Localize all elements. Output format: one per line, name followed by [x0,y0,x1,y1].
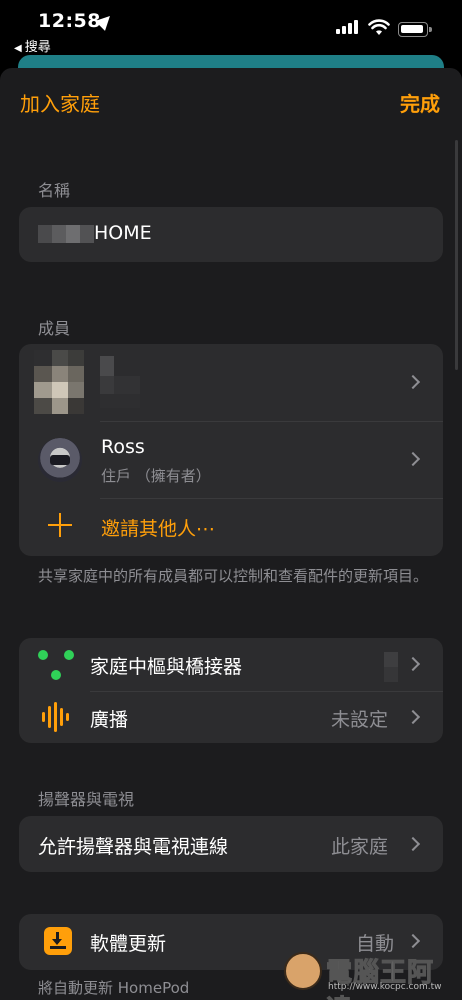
watermark-mascot-icon [284,952,322,990]
row-separator [90,691,443,692]
plus-icon [48,513,72,537]
broadcast-waveform-icon [42,702,72,732]
members-footer-note: 共享家庭中的所有成員都可以控制和查看配件的更新項目。 [38,567,429,585]
row-separator [100,421,443,422]
allow-speakers-tv-row[interactable]: 允許揚聲器與電視連線 [38,832,228,859]
software-update-footer: 將自動更新 HomePod [38,979,190,997]
done-button[interactable]: 完成 [400,88,440,117]
back-to-app-link[interactable]: ◀ 搜尋 [14,36,51,55]
member-role: 住戶 （擁有者） [101,467,211,485]
battery-icon [398,22,432,37]
row-separator [100,498,443,499]
software-update-row[interactable]: 軟體更新 [90,929,166,956]
status-bar: 12:58 ◀ 搜尋 [0,0,462,56]
cellular-signal-icon [336,20,358,34]
status-time: 12:58 [38,10,101,32]
scrollbar[interactable] [455,140,458,370]
redacted-hub-value [384,652,398,682]
name-section-label: 名稱 [38,181,71,200]
invite-others-button[interactable]: 邀請其他人⋯ [101,514,215,541]
back-app-label: 搜尋 [24,40,51,55]
back-triangle-icon: ◀ [14,43,22,54]
speakers-tv-section-label: 揚聲器與電視 [38,790,135,809]
hub-network-icon [38,650,74,680]
avatar [38,438,82,482]
member-name[interactable]: Ross [101,436,145,458]
software-update-icon [44,927,72,955]
watermark: 電腦王阿達 http://www.kocpc.com.tw [284,950,454,1000]
hubs-and-bridges-row[interactable]: 家庭中樞與橋接器 [90,652,242,679]
wifi-icon [368,19,390,35]
redacted-member-row[interactable] [34,350,164,416]
watermark-url: http://www.kocpc.com.tw [328,982,442,992]
home-name-value: HOME [94,222,152,244]
broadcast-value: 未設定 [331,709,389,731]
watermark-text: 電腦王阿達 [326,958,435,1000]
redacted-name-prefix [38,225,94,243]
members-section-label: 成員 [38,319,71,338]
add-home-button[interactable]: 加入家庭 [20,88,100,117]
allow-speakers-tv-value: 此家庭 [331,836,389,858]
broadcast-row[interactable]: 廣播 [90,705,128,732]
